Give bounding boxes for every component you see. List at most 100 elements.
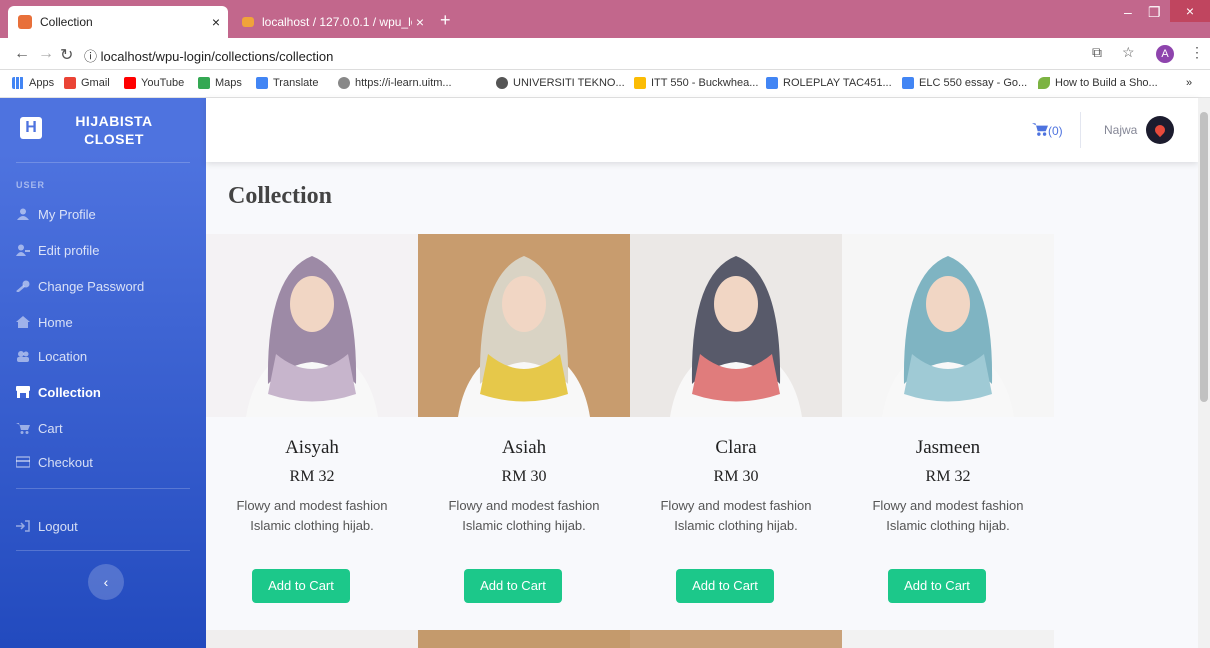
gmail-icon	[64, 77, 76, 89]
back-icon[interactable]: ←	[14, 45, 30, 63]
sidebar-item-checkout[interactable]: Checkout	[15, 450, 196, 474]
bookmark-star-icon[interactable]: ☆	[1122, 44, 1135, 61]
restore-icon[interactable]: ❐	[1148, 4, 1161, 21]
sign-out-icon	[16, 520, 30, 532]
topbar: (0) Najwa	[206, 98, 1198, 162]
sidebar-heading: USER	[16, 180, 46, 190]
brand-name: HIJABISTA CLOSET	[75, 113, 153, 147]
google-docs-icon	[902, 77, 914, 89]
tab-collection[interactable]: Collection ×	[8, 6, 228, 38]
bookmark-youtube[interactable]: YouTube	[124, 77, 184, 89]
sidebar-item-cart[interactable]: Cart	[16, 416, 196, 440]
credit-card-icon	[15, 456, 31, 468]
leaf-icon	[1038, 77, 1050, 89]
page-scrollbar[interactable]	[1198, 98, 1210, 648]
sidebar-item-location[interactable]: Location	[16, 344, 196, 368]
product-price: RM 32	[925, 468, 971, 485]
key-icon	[16, 280, 30, 293]
product-description: Flowy and modest fashion Islamic clothing…	[236, 498, 388, 533]
address-bar: ← → ↻ ⓘ localhost/wpu-login/collections/…	[0, 38, 1210, 70]
apps-grid-icon	[12, 77, 24, 89]
minimize-icon[interactable]: –	[1124, 4, 1132, 20]
reload-icon[interactable]: ↻	[60, 45, 73, 65]
bookmark-maps[interactable]: Maps	[198, 77, 242, 89]
product-image[interactable]	[206, 234, 418, 417]
site-favicon-icon	[18, 15, 32, 29]
bookmark-translate[interactable]: Translate	[256, 77, 318, 89]
product-name: Aisyah	[285, 437, 339, 458]
product-card: Asiah RM 30 Flowy and modest fashion Islami…	[418, 234, 630, 614]
bookmark-elc550[interactable]: ELC 550 essay - Go...	[902, 77, 1027, 89]
home-icon	[16, 316, 30, 328]
tab-title: Collection	[40, 15, 93, 29]
sidebar-item-home[interactable]: Home	[16, 310, 196, 334]
new-tab-icon[interactable]: +	[440, 10, 451, 31]
store-icon	[16, 386, 30, 398]
product-image[interactable]	[842, 234, 1054, 417]
scrollbar-thumb[interactable]	[1200, 112, 1208, 402]
bookmarks-overflow[interactable]: »	[1186, 77, 1192, 89]
page-title: Collection	[228, 183, 332, 209]
bookmark-how-to-build[interactable]: How to Build a Sho...	[1038, 77, 1158, 89]
url-field[interactable]: ⓘ localhost/wpu-login/collections/collec…	[84, 46, 333, 65]
bookmark-apps[interactable]: Apps	[12, 77, 54, 89]
phpmyadmin-favicon-icon	[242, 17, 254, 27]
close-tab-icon[interactable]: ×	[416, 14, 424, 30]
product-price: RM 30	[501, 468, 547, 485]
google-docs-icon	[766, 77, 778, 89]
add-to-cart-button[interactable]: Add to Cart	[676, 569, 774, 603]
bookmarks-bar: Apps Gmail YouTube Maps Translate https:…	[0, 70, 1210, 98]
cart-icon	[1032, 122, 1048, 139]
add-to-cart-button[interactable]: Add to Cart	[252, 569, 350, 603]
google-drive-icon	[634, 77, 646, 89]
product-price: RM 32	[289, 468, 335, 485]
globe-icon	[338, 77, 350, 89]
profile-avatar[interactable]: A	[1156, 45, 1174, 63]
sidebar: H HIJABISTA CLOSET USER My Profile Edit …	[0, 98, 206, 648]
close-window-icon[interactable]: ×	[1170, 0, 1210, 22]
product-image[interactable]	[418, 234, 630, 417]
user-icon	[16, 208, 30, 220]
url-text: localhost/wpu-login/collections/collecti…	[100, 49, 334, 64]
bookmark-ilearn[interactable]: https://i-learn.uitm...	[338, 77, 452, 89]
product-name: Clara	[715, 437, 757, 458]
sidebar-item-my-profile[interactable]: My Profile	[16, 202, 196, 226]
product-image-partial	[206, 630, 418, 648]
cart-count: (0)	[1048, 123, 1063, 138]
product-name: Jasmeen	[915, 437, 981, 458]
product-image[interactable]	[630, 234, 842, 417]
close-tab-icon[interactable]: ×	[212, 14, 220, 30]
product-description: Flowy and modest fashion Islamic clothing…	[448, 498, 600, 533]
sidebar-toggle-button[interactable]: ‹	[88, 564, 124, 600]
youtube-icon	[124, 77, 136, 89]
sidebar-divider	[16, 488, 190, 489]
user-name[interactable]: Najwa	[1104, 123, 1137, 137]
topbar-cart-link[interactable]: (0)	[1032, 122, 1063, 139]
product-image-partial	[842, 630, 1054, 648]
tab-phpmyadmin[interactable]: localhost / 127.0.0.1 / wpu_login ×	[232, 6, 432, 38]
add-to-cart-button[interactable]: Add to Cart	[464, 569, 562, 603]
translate-icon	[256, 77, 268, 89]
info-icon[interactable]: ⓘ	[84, 49, 97, 64]
avatar[interactable]	[1146, 116, 1174, 144]
bookmark-itt550[interactable]: ITT 550 - Buckwhea...	[634, 77, 758, 89]
sidebar-brand[interactable]: H HIJABISTA CLOSET	[0, 98, 206, 162]
bookmark-gmail[interactable]: Gmail	[64, 77, 110, 89]
add-to-cart-button[interactable]: Add to Cart	[888, 569, 986, 603]
product-description: Flowy and modest fashion Islamic clothing…	[872, 498, 1024, 533]
sidebar-item-change-password[interactable]: Change Password	[16, 274, 196, 298]
location-icon	[16, 350, 30, 362]
product-description: Flowy and modest fashion Islamic clothing…	[660, 498, 812, 533]
forward-icon[interactable]: →	[38, 45, 54, 63]
sidebar-item-collection[interactable]: Collection	[16, 380, 196, 404]
bookmark-universiti[interactable]: UNIVERSITI TEKNO...	[496, 77, 625, 89]
product-name: Asiah	[501, 437, 547, 458]
bookmark-roleplay[interactable]: ROLEPLAY TAC451...	[766, 77, 892, 89]
translate-page-icon[interactable]: ⧉	[1092, 44, 1102, 61]
sidebar-item-logout[interactable]: Logout	[16, 514, 196, 538]
sidebar-item-edit-profile[interactable]: Edit profile	[16, 238, 196, 262]
browser-tab-bar: Collection × localhost / 127.0.0.1 / wpu…	[0, 0, 1210, 38]
maps-icon	[198, 77, 210, 89]
tab-title: localhost / 127.0.0.1 / wpu_login	[262, 15, 412, 29]
menu-kebab-icon[interactable]: ⋮	[1190, 44, 1204, 61]
